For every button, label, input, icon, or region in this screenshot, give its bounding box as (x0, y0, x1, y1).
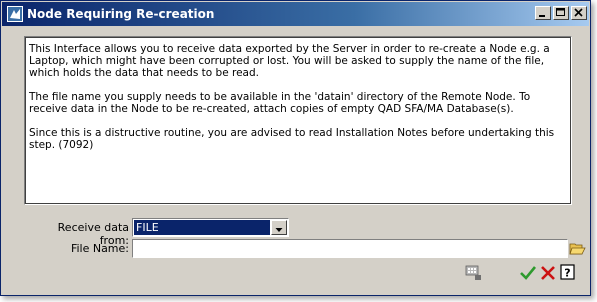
minimize-button[interactable] (535, 6, 551, 20)
description-paragraph-3: Since this is a distructive routine, you… (29, 127, 555, 151)
receive-data-select[interactable]: FILE (132, 218, 289, 237)
title-bar[interactable]: Node Requiring Re-creation (2, 2, 589, 26)
svg-text:?: ? (564, 267, 570, 280)
receive-data-value: FILE (134, 220, 270, 235)
browse-folder-button[interactable] (569, 240, 587, 258)
description-box: This Interface allows you to receive dat… (24, 36, 572, 205)
description-paragraph-2: The file name you supply needs to be ava… (29, 91, 531, 115)
minimize-icon (539, 15, 545, 17)
file-name-input[interactable] (132, 239, 568, 258)
chevron-down-icon (275, 228, 283, 232)
dialog-window: Node Requiring Re-creation This Interfac… (0, 0, 591, 296)
close-button[interactable] (571, 6, 587, 20)
description-paragraph-1: This Interface allows you to receive dat… (29, 43, 550, 79)
file-name-label: File Name: (70, 242, 129, 255)
maximize-icon (556, 8, 565, 16)
ok-check-icon (520, 266, 537, 280)
maximize-button[interactable] (553, 6, 569, 20)
cancel-x-icon (541, 266, 555, 280)
close-icon (574, 8, 583, 17)
help-button[interactable]: ? (559, 263, 577, 281)
app-icon (7, 6, 23, 22)
keyboard-button[interactable] (465, 264, 483, 282)
cancel-button[interactable] (539, 264, 557, 282)
window-title: Node Requiring Re-creation (27, 7, 215, 21)
open-folder-icon (569, 243, 586, 255)
help-icon: ? (560, 264, 575, 280)
ok-button[interactable] (519, 264, 537, 282)
dropdown-button[interactable] (271, 220, 287, 235)
keyboard-icon (465, 265, 481, 280)
